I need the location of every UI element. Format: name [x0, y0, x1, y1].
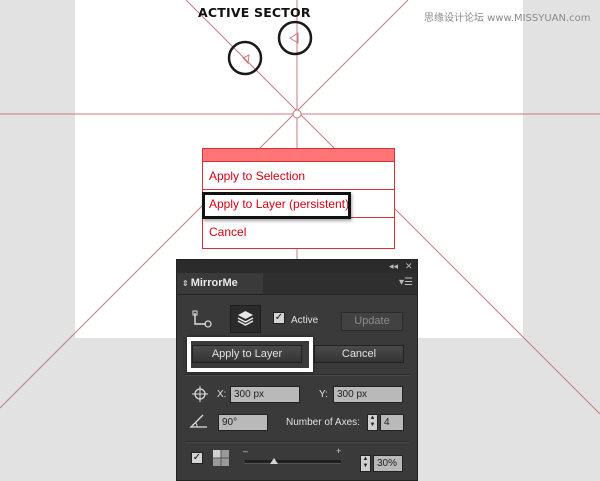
panel-menu-icon[interactable]: ▾☰: [399, 277, 413, 289]
panel-tabbar: ⇕ MirrorMe ▾☰: [177, 273, 417, 295]
update-button[interactable]: Update: [341, 312, 403, 331]
separator: [185, 374, 409, 376]
tab-mirrorme[interactable]: ⇕ MirrorMe: [177, 273, 263, 294]
layers-icon: [237, 311, 254, 326]
y-input[interactable]: 300 px: [333, 386, 403, 403]
sector-marker-circle-1: [277, 20, 313, 56]
slider-max-label: +: [336, 446, 342, 456]
x-label: X:: [217, 389, 227, 400]
panel-titlebar[interactable]: ◂◂ ✕: [177, 260, 417, 273]
crosshair-icon: [192, 386, 208, 402]
context-menu-header: [203, 149, 394, 162]
active-sector-caption: ACTIVE SECTOR: [198, 5, 311, 20]
sector-marker-arrow-2: [242, 54, 250, 65]
selection-mode-icon[interactable]: [191, 310, 213, 330]
slider-min-label: –: [243, 446, 249, 456]
angle-icon: [189, 414, 207, 428]
y-label: Y:: [319, 389, 328, 400]
menu-highlight-box: [202, 192, 351, 219]
x-input[interactable]: 300 px: [230, 386, 300, 403]
axes-stepper[interactable]: ▲ ▼: [367, 414, 378, 431]
separator: [185, 441, 409, 443]
zoom-slider-track[interactable]: [245, 460, 341, 464]
menu-item-apply-to-selection[interactable]: Apply to Selection: [203, 162, 394, 190]
close-icon[interactable]: ✕: [405, 260, 413, 273]
cancel-button[interactable]: Cancel: [314, 345, 404, 363]
tab-title: MirrorMe: [190, 277, 238, 289]
chevron-updown-icon: ⇕: [182, 279, 189, 288]
axes-input[interactable]: 4: [380, 414, 404, 431]
layer-mode-button[interactable]: [230, 305, 261, 333]
active-label: Active: [291, 315, 319, 326]
zoom-input[interactable]: 30%: [373, 455, 403, 472]
watermark: 思缘设计论坛 www.MISSYUAN.com: [424, 13, 591, 24]
zoom-slider-thumb[interactable]: [269, 457, 279, 467]
center-handle: [292, 109, 302, 119]
active-checkbox[interactable]: ✓: [273, 312, 285, 324]
sector-marker-circle-2: [227, 40, 263, 76]
zoom-stepper[interactable]: ▲ ▼: [360, 455, 371, 472]
preview-checkbox[interactable]: ✓: [191, 452, 203, 464]
zoom-preview-icon: [213, 450, 229, 466]
collapse-icon[interactable]: ◂◂: [389, 260, 398, 273]
angle-input[interactable]: 90°: [218, 414, 268, 431]
axes-label: Number of Axes:: [286, 417, 360, 428]
apply-button-highlight-box: [187, 337, 313, 372]
menu-item-cancel[interactable]: Cancel: [203, 218, 394, 246]
